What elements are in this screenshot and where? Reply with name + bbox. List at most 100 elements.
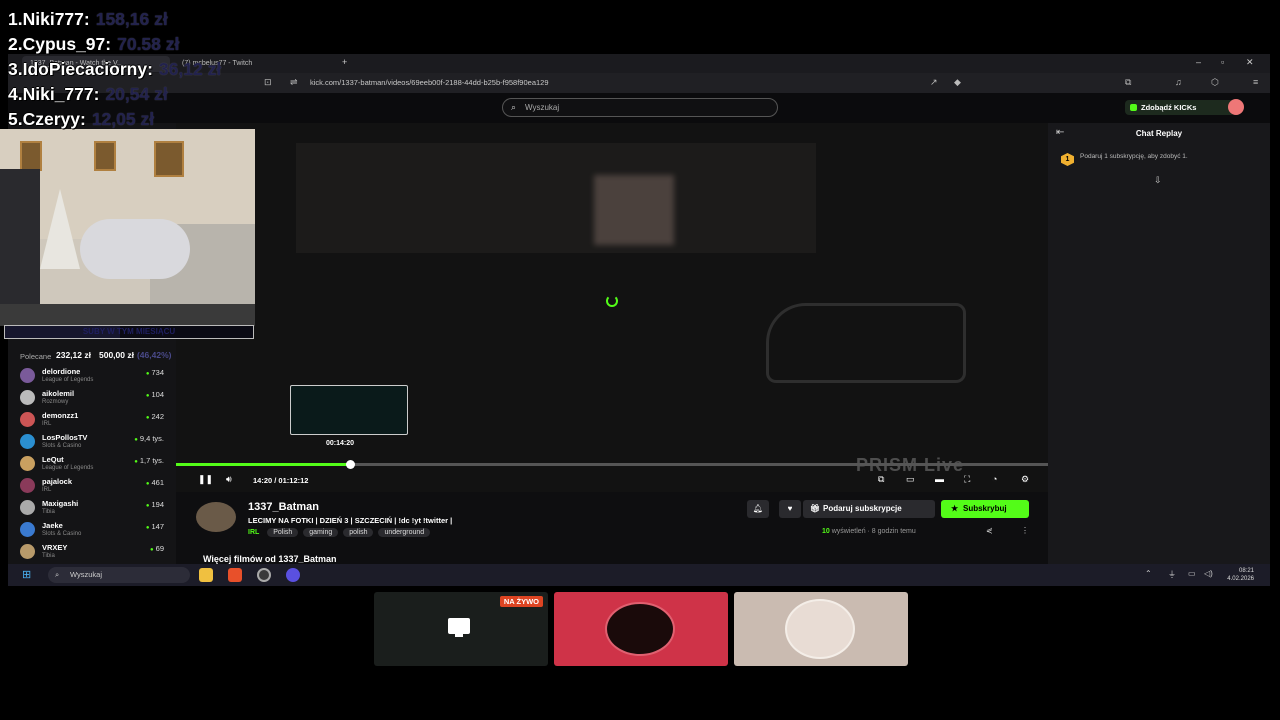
subscribe-button[interactable]: ★ Subskrybuj [941, 500, 1029, 518]
viewer-count: 1,7 tys. [134, 456, 164, 465]
channel-category: Slots & Casino [42, 443, 82, 449]
donor-amount: 158,16 zł [95, 9, 168, 29]
sidebar-item-demonzz1[interactable]: demonzz1IRL 242 [20, 410, 172, 430]
goal-current: 232,12 zł [56, 350, 91, 360]
volume-icon[interactable]: 🔊︎ [226, 474, 232, 485]
taskbar-clock[interactable]: 08:21 4.02.2026 [1227, 567, 1254, 583]
live-badge: NA ŻYWO [499, 596, 543, 607]
maximize-icon[interactable]: ▫ [1221, 57, 1224, 67]
extensions-icon[interactable]: ⧉ [1125, 77, 1131, 88]
donor-name: 3.IdoPiecaciorny: [8, 59, 153, 79]
theater-mode-icon[interactable]: ▬ [935, 474, 944, 484]
donor-name: 4.Niki_777: [8, 84, 100, 104]
clip-icon[interactable]: ⧉ [878, 474, 884, 485]
video-frame-dashboard [766, 303, 966, 383]
scroll-down-icon[interactable]: ⇩ [1154, 175, 1162, 186]
windows-taskbar: ⊞ ⌕ Wyszukaj ⌃ ⏚ ▭ ◁) 08:21 4.02.2026 [8, 564, 1270, 586]
sidebar-item-delordione[interactable]: delordioneLeague of Legends 734 [20, 366, 172, 386]
webcam-floor [0, 304, 255, 326]
viewer-count: 9,4 tys. [134, 434, 164, 443]
sidebar-item-vrxey[interactable]: VRXEYTibia 69 [20, 542, 172, 562]
gift-subs-label: Podaruj subskrypcje [823, 504, 902, 513]
chat-title: Chat Replay [1135, 129, 1183, 138]
video-frame-building [296, 143, 816, 253]
pause-icon[interactable]: ❚❚ [198, 474, 213, 485]
music-icon[interactable]: ♫ [1175, 77, 1182, 87]
usb-icon[interactable]: ⏚ [1168, 569, 1176, 580]
seek-bar-handle[interactable] [346, 460, 356, 469]
get-kicks-button[interactable]: Zdobądź KICKs [1125, 100, 1235, 115]
screen-share-tile[interactable]: NA ŻYWO [374, 592, 548, 666]
menu-icon[interactable]: ≡ [1253, 77, 1258, 87]
goal-target: 500,00 zł [98, 350, 134, 360]
avatar [20, 522, 35, 537]
url-field[interactable]: kick.com/1337-batman/videos/69eeb00f-218… [310, 78, 549, 87]
sidebar-item-maxigashi[interactable]: MaxigashiTibia 194 [20, 498, 172, 518]
stream-layout: 1337_Batman - Watch the V... (7) mcbelus… [0, 0, 1280, 720]
sidebar-item-pajalock[interactable]: pajalockIRL 461 [20, 476, 172, 496]
more-options-icon[interactable]: ⋮ [1021, 526, 1029, 535]
channel-category: IRL [42, 421, 52, 427]
follow-heart-icon[interactable]: ♥ [779, 500, 801, 518]
volume-icon[interactable]: ◁) [1204, 569, 1213, 578]
goal-percent: (46,42%) [136, 350, 172, 360]
channel-name: pajalock [42, 477, 73, 486]
new-tab-icon[interactable]: + [342, 57, 347, 67]
wallet-icon[interactable]: ⬡ [1211, 77, 1219, 88]
minimize-icon[interactable]: – [1196, 57, 1201, 67]
participant-avatar [785, 599, 855, 659]
subscribe-label: Subskrybuj [963, 504, 1007, 513]
viewer-count: 69 [150, 544, 164, 553]
close-window-icon[interactable]: ✕ [1246, 57, 1254, 68]
viewer-count: 194 [146, 500, 164, 509]
search-input[interactable]: ⌕ Wyszukaj [502, 98, 778, 117]
sidebar-item-lequt[interactable]: LeQutLeague of Legends 1,7 tys. [20, 454, 172, 474]
participant-tile-beige[interactable] [734, 592, 908, 666]
sidebar-item-lospollostv[interactable]: LosPollosTVSlots & Casino 9,4 tys. [20, 432, 172, 452]
seek-preview-time: 00:14:20 [326, 440, 355, 447]
fullscreen-icon[interactable]: ⛶ [964, 474, 970, 485]
webcam-foreground [0, 169, 40, 326]
category-link[interactable]: IRL [248, 529, 259, 536]
miniplayer-icon[interactable]: ▭ [906, 474, 915, 485]
tag[interactable]: Polish [267, 528, 299, 537]
taskbar-search[interactable]: ⌕ Wyszukaj [48, 567, 190, 583]
sidebar-item-jaeke[interactable]: JaekeSlots & Casino 147 [20, 520, 172, 540]
sidebar-item-aikolemil[interactable]: aikolemilRozmowy 104 [20, 388, 172, 408]
share-icon[interactable]: ⋞ [986, 526, 993, 535]
gift-subs-button[interactable]: 🎁︎ Podaruj subskrypcje [803, 500, 935, 518]
share-page-icon[interactable]: ↗ [930, 77, 938, 88]
settings-gear-icon[interactable]: ⚙ [1021, 474, 1029, 485]
seek-bar[interactable] [176, 460, 1048, 469]
search-icon: ⌕ [511, 102, 517, 112]
channel-avatar[interactable] [196, 502, 236, 532]
channel-category: League of Legends [42, 465, 94, 471]
brave-browser-icon[interactable] [228, 568, 242, 582]
user-avatar[interactable] [1228, 99, 1244, 115]
file-explorer-icon[interactable] [199, 568, 213, 582]
tray-arrow-icon[interactable]: ⌃ [1145, 569, 1152, 578]
participant-tile-red[interactable] [554, 592, 728, 666]
webcam-person [80, 219, 190, 279]
channel-category: Tibia [42, 509, 55, 515]
avatar [20, 544, 35, 559]
site-info-icon[interactable]: ⇌ [290, 77, 298, 88]
donor-amount: 70.58 zł [117, 34, 180, 54]
obs-icon[interactable] [257, 568, 271, 582]
video-player[interactable]: 00:14:20 PRISM Live ❚❚ 🔊︎ 14:20 / 01:12:… [176, 123, 1048, 492]
tag[interactable]: polish [343, 528, 374, 537]
notification-bell-icon[interactable]: 🔔︎ [747, 500, 769, 518]
tag[interactable]: gaming [303, 528, 339, 537]
kicks-icon [1130, 104, 1137, 111]
playback-speed-icon[interactable]: ◔ [992, 474, 997, 484]
participant-avatar [605, 602, 675, 656]
discord-icon[interactable] [286, 568, 300, 582]
video-stats: 10 wyświetleń · 8 godzin temu [822, 528, 916, 535]
network-icon[interactable]: ▭ [1188, 569, 1196, 578]
channel-name[interactable]: 1337_Batman [248, 501, 319, 513]
brave-shield-icon[interactable]: ◆ [954, 77, 961, 88]
windows-start-icon[interactable]: ⊞ [22, 568, 31, 581]
leaderboard-row: 4.Niki_777: 20,54 zł [8, 83, 268, 108]
tag[interactable]: underground [378, 528, 431, 537]
player-controls: ❚❚ 🔊︎ 14:20 / 01:12:12 ⧉ ▭ ▬ ⛶ ◔ ⚙ [176, 472, 1048, 492]
